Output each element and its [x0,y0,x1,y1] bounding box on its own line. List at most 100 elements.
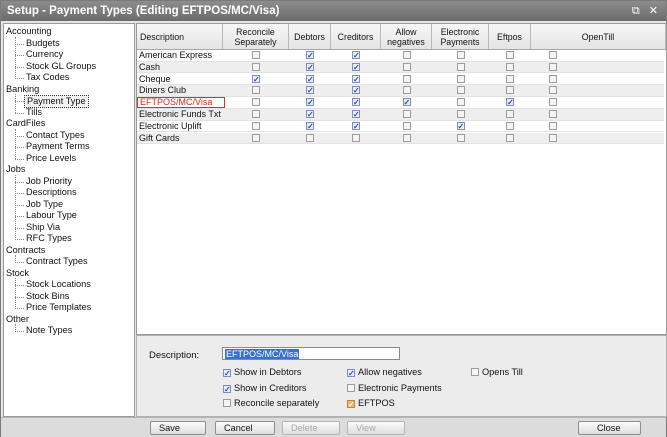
column-header-debtors[interactable]: Debtors [289,24,331,50]
column-header-allow-negatives[interactable]: Allow negatives [381,24,432,50]
row-checkbox-opentill[interactable] [549,110,557,118]
row-checkbox-reconcile-separately[interactable] [252,121,260,130]
tree-group-other[interactable]: Other [6,314,29,325]
row-checkbox-creditors[interactable]: ✓ [352,86,360,95]
row-checkbox-eftpos[interactable] [506,121,514,130]
row-checkbox-reconcile-separately[interactable] [252,86,260,95]
row-checkbox-eftpos[interactable]: ✓ [506,98,514,107]
table-row[interactable]: EFTPOS/MC/Visa ✓ ✓ ✓ ✓ [137,97,664,109]
row-checkbox-allow-negatives[interactable] [402,62,411,71]
row-checkbox-allow-negatives[interactable] [402,110,411,118]
close-button[interactable]: Close [578,421,641,435]
electronic-payments-option[interactable]: Electronic Payments [347,383,442,393]
reconcile-separately-checkbox[interactable] [223,399,231,407]
tree-item-price-levels[interactable]: Price Levels [26,153,76,164]
row-checkbox-allow-negatives[interactable]: ✓ [402,98,411,107]
tree-item-stock-bins[interactable]: Stock Bins [26,291,69,302]
delete-button[interactable]: Delete [282,421,340,435]
tree-item-descriptions[interactable]: Descriptions [26,187,77,198]
row-checkbox-eftpos[interactable] [506,86,514,95]
column-header-reconcile-separately[interactable]: Reconcile Separately [223,24,289,50]
close-icon[interactable]: ✕ [649,5,658,17]
column-header-eftpos[interactable]: Eftpos [489,24,531,50]
tree-group-contracts[interactable]: Contracts [6,245,45,256]
row-checkbox-reconcile-separately[interactable] [252,62,260,71]
row-description[interactable]: EFTPOS/MC/Visa [137,97,225,109]
tree-item-labour-type[interactable]: Labour Type [26,210,77,221]
row-checkbox-allow-negatives[interactable] [402,51,411,59]
row-description[interactable]: Gift Cards [139,133,180,144]
tree-item-job-type[interactable]: Job Type [26,199,63,210]
row-checkbox-creditors[interactable]: ✓ [352,121,360,130]
tree-group-banking[interactable]: Banking [6,84,39,95]
tree-group-accounting[interactable]: Accounting [6,26,51,37]
row-checkbox-electronic-payments[interactable] [456,110,465,118]
table-row[interactable]: Cheque ✓ ✓ ✓ [137,74,664,86]
column-header-electronic-payments[interactable]: Electronic Payments [432,24,489,50]
tree-item-stock-gl-groups[interactable]: Stock GL Groups [26,61,96,72]
column-header-creditors[interactable]: Creditors [331,24,381,50]
row-checkbox-allow-negatives[interactable] [402,74,411,83]
tree-group-jobs[interactable]: Jobs [6,164,25,175]
row-checkbox-eftpos[interactable] [506,133,514,142]
row-description[interactable]: Electronic Uplift [139,121,202,132]
row-checkbox-reconcile-separately[interactable] [252,133,260,142]
row-checkbox-creditors[interactable]: ✓ [352,110,360,119]
row-description[interactable]: Cash [139,62,160,73]
eftpos-checkbox[interactable]: ✓ [347,400,355,409]
row-checkbox-debtors[interactable]: ✓ [306,51,314,60]
reconcile-separately-option[interactable]: Reconcile separately [223,398,319,408]
tree-item-payment-terms[interactable]: Payment Terms [26,141,90,152]
table-row[interactable]: Gift Cards [137,132,664,145]
row-checkbox-opentill[interactable] [549,121,557,130]
show-in-debtors-option[interactable]: ✓ Show in Debtors [223,367,301,378]
description-input[interactable]: EFTPOS/MC/Visa [222,347,400,360]
row-checkbox-debtors[interactable]: ✓ [306,121,314,130]
table-row[interactable]: Electronic Funds Txt ✓ ✓ [137,109,664,121]
row-checkbox-eftpos[interactable] [506,62,514,71]
tree-item-ship-via[interactable]: Ship Via [26,222,60,233]
tree-item-rfc-types[interactable]: RFC Types [26,233,72,244]
row-checkbox-debtors[interactable]: ✓ [306,62,314,71]
table-row[interactable]: Cash ✓ ✓ [137,61,664,74]
row-checkbox-electronic-payments[interactable] [456,133,465,142]
row-checkbox-opentill[interactable] [549,98,557,107]
row-description[interactable]: Electronic Funds Txt [139,109,221,120]
row-checkbox-allow-negatives[interactable] [402,133,411,142]
row-checkbox-reconcile-separately[interactable] [252,110,260,118]
show-in-debtors-checkbox[interactable]: ✓ [223,369,231,378]
row-checkbox-electronic-payments[interactable] [456,74,465,83]
tree-item-note-types[interactable]: Note Types [26,325,72,336]
row-checkbox-opentill[interactable] [549,86,557,95]
row-checkbox-debtors[interactable]: ✓ [306,86,314,95]
row-description[interactable]: Diners Club [139,85,186,96]
table-row[interactable]: American Express ✓ ✓ [137,50,664,62]
tree-item-budgets[interactable]: Budgets [26,38,60,49]
row-checkbox-electronic-payments[interactable] [456,62,465,71]
tree-item-job-priority[interactable]: Job Priority [26,176,72,187]
cancel-button[interactable]: Cancel [215,421,275,435]
row-checkbox-opentill[interactable] [549,133,557,142]
tree-item-stock-locations[interactable]: Stock Locations [26,279,91,290]
row-checkbox-debtors[interactable]: ✓ [306,110,314,119]
tree-item-contact-types[interactable]: Contact Types [26,130,85,141]
row-checkbox-reconcile-separately[interactable] [252,51,260,59]
row-description[interactable]: Cheque [139,74,171,85]
row-checkbox-electronic-payments[interactable]: ✓ [456,121,465,130]
eftpos-option[interactable]: ✓ EFTPOS [347,398,395,409]
tree-group-cardfiles[interactable]: CardFiles [6,118,45,129]
column-header-description[interactable]: Description [137,24,223,50]
restore-icon[interactable]: ⧉ [632,5,640,17]
row-checkbox-creditors[interactable] [352,133,360,142]
tree-item-tills[interactable]: Tills [26,107,42,118]
tree-item-currency[interactable]: Currency [26,49,63,60]
row-checkbox-eftpos[interactable] [506,51,514,59]
allow-negatives-option[interactable]: ✓ Allow negatives [347,367,422,378]
row-description[interactable]: American Express [139,50,212,61]
row-checkbox-debtors[interactable] [306,133,314,142]
row-checkbox-allow-negatives[interactable] [402,86,411,95]
row-checkbox-debtors[interactable]: ✓ [306,74,314,83]
tree-item-price-templates[interactable]: Price Templates [26,302,91,313]
row-checkbox-opentill[interactable] [549,74,557,83]
save-button[interactable]: Save [150,421,206,435]
